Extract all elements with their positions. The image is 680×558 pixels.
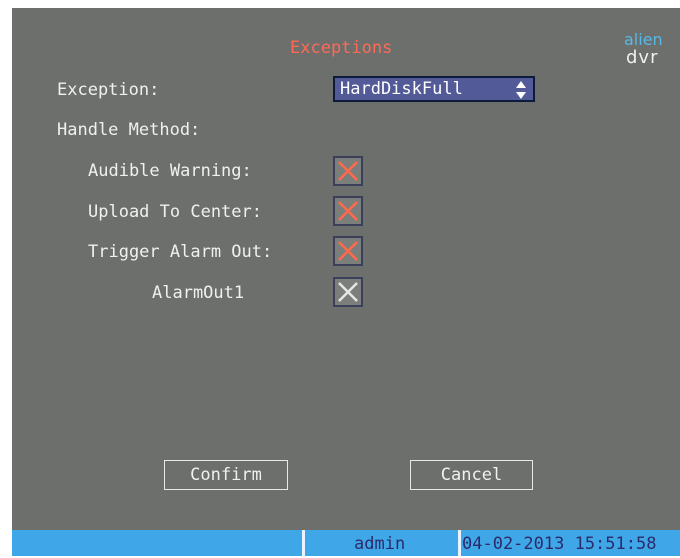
checked-x-icon <box>338 241 358 261</box>
checked-x-icon <box>338 201 358 221</box>
dvr-screen: Exceptions alien dvr Exception: HardDisk… <box>0 0 680 556</box>
status-divider <box>458 530 461 556</box>
exception-label: Exception: <box>57 80 160 100</box>
updown-arrows-icon <box>516 81 526 99</box>
alarmout1-label: AlarmOut1 <box>152 283 245 303</box>
exception-select[interactable]: HardDiskFull <box>333 76 535 102</box>
trigger-alarm-out-checkbox[interactable] <box>333 236 363 266</box>
audible-warning-checkbox[interactable] <box>333 156 363 186</box>
checked-x-icon <box>338 161 358 181</box>
upload-to-center-label: Upload To Center: <box>88 202 262 222</box>
exception-select-value: HardDiskFull <box>340 79 463 99</box>
brand-logo: alien dvr <box>620 30 678 72</box>
unchecked-x-icon <box>338 282 358 302</box>
status-datetime: 04-02-2013 15:51:58 <box>462 534 657 554</box>
alarmout1-checkbox[interactable] <box>333 277 363 307</box>
handle-method-label: Handle Method: <box>57 120 201 140</box>
confirm-button[interactable]: Confirm <box>164 460 288 490</box>
logo-text-bottom: dvr <box>626 47 659 68</box>
upload-to-center-checkbox[interactable] <box>333 196 363 226</box>
status-user: admin <box>354 534 406 554</box>
trigger-alarm-out-label: Trigger Alarm Out: <box>88 242 273 262</box>
page-title: Exceptions <box>290 38 393 58</box>
status-divider <box>302 530 305 556</box>
cancel-button[interactable]: Cancel <box>410 460 533 490</box>
status-bar: admin 04-02-2013 15:51:58 <box>12 530 680 556</box>
audible-warning-label: Audible Warning: <box>88 161 252 181</box>
